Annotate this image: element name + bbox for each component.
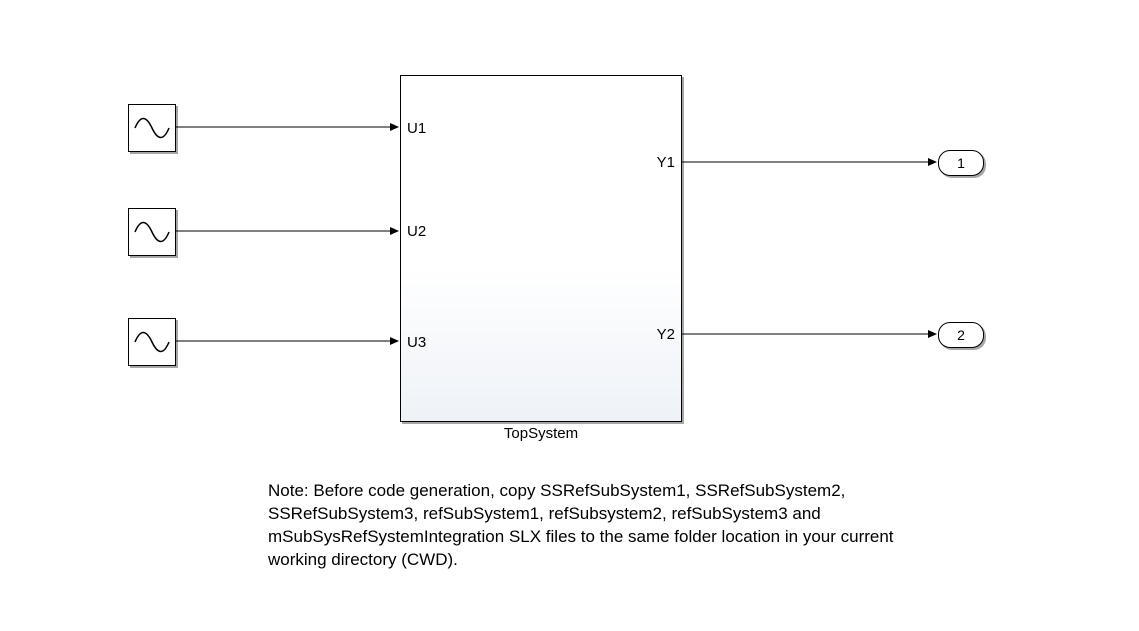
subsystem-name-label: TopSystem [400,425,682,442]
outport-2-label: 2 [957,327,965,343]
outport-label-y2: Y2 [657,326,675,343]
sine-wave-icon [129,105,175,151]
sine-wave-source-2[interactable] [128,208,176,256]
outport-1-label: 1 [957,155,965,171]
outport-2[interactable]: 2 [938,322,984,348]
sine-wave-icon [129,319,175,365]
annotation-note: Note: Before code generation, copy SSRef… [268,480,908,572]
outport-1[interactable]: 1 [938,150,984,176]
sine-wave-source-3[interactable] [128,318,176,366]
inport-label-u3: U3 [407,334,426,351]
diagram-canvas: U1 U2 U3 Y1 Y2 TopSystem 1 2 Note: Befor… [0,0,1139,631]
sine-wave-icon [129,209,175,255]
sine-wave-source-1[interactable] [128,104,176,152]
inport-label-u1: U1 [407,120,426,137]
outport-label-y1: Y1 [657,154,675,171]
subsystem-block[interactable]: U1 U2 U3 Y1 Y2 [400,75,682,422]
inport-label-u2: U2 [407,223,426,240]
